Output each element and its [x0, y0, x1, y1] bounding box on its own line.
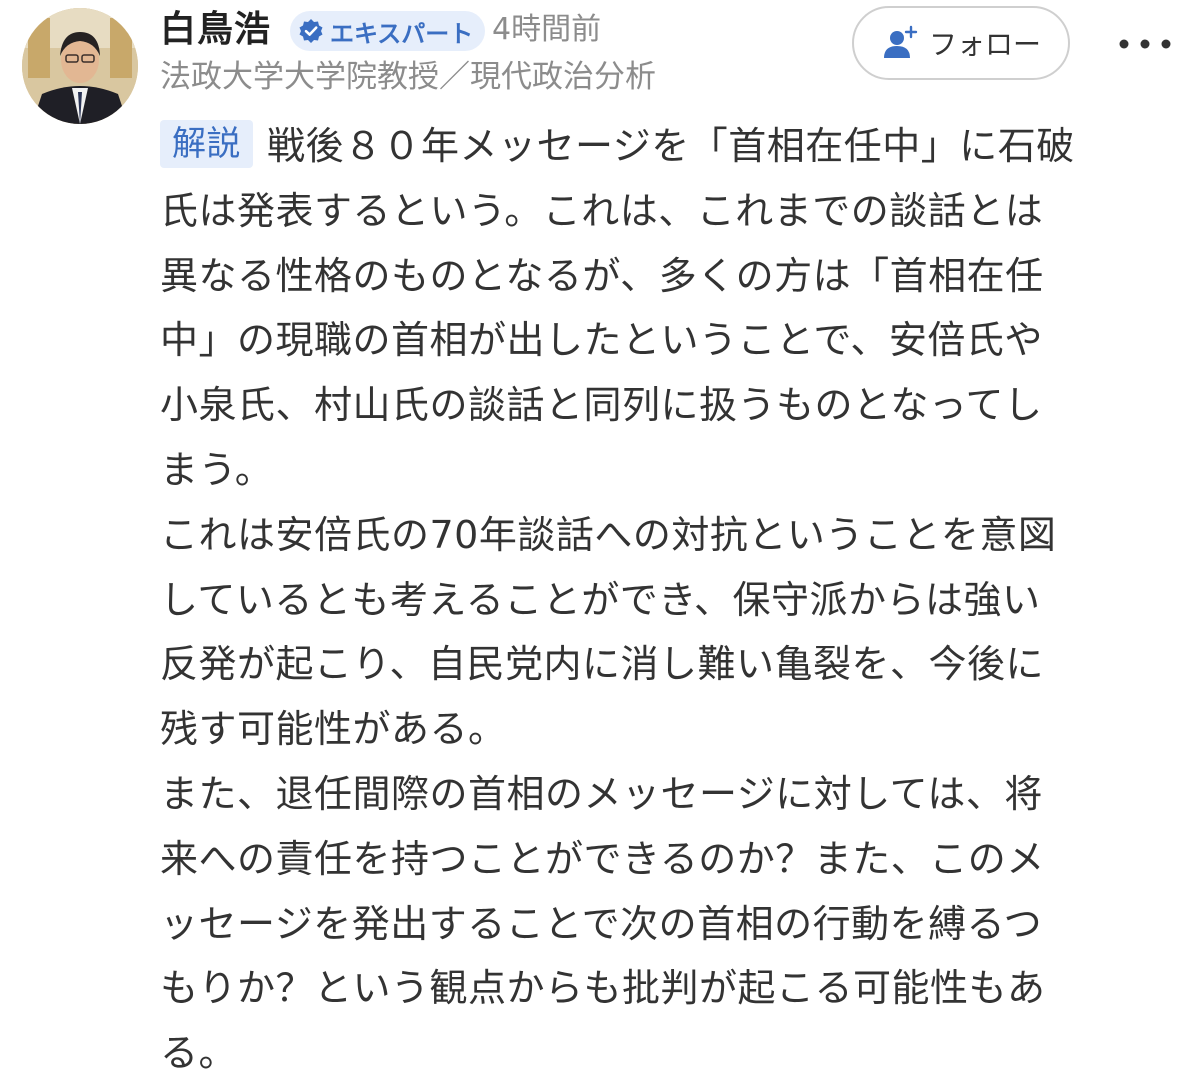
expert-badge: エキスパート [290, 11, 486, 51]
comment-line: 中」の現職の首相が出したということで、安倍氏や [160, 318, 1043, 363]
comment-line: ッセージを発出することで次の首相の行動を縛るつ [160, 901, 1043, 946]
comment-line: 氏は発表するという。これは、これまでの談話とは [160, 188, 1044, 233]
comment-line: まう。 [160, 447, 274, 492]
author-profession: 法政大学大学院教授／現代政治分析 [160, 59, 656, 95]
comment-body: 解説 戦後８０年メッセージを「首相在任中」に石破 氏は発表するという。これは、これ… [160, 114, 1180, 1086]
more-horizontal-icon [1119, 39, 1171, 49]
more-options-button[interactable] [1110, 24, 1180, 64]
author-name[interactable]: 白鳥浩 [160, 6, 271, 54]
commentary-tag: 解説 [160, 120, 253, 168]
author-photo [22, 8, 138, 124]
expert-badge-label: エキスパート [330, 19, 474, 48]
comment-line: もりか？という観点からも批判が起こる可能性もあ [160, 966, 1046, 1011]
comment-line: しているとも考えることができ、保守派からは強い [160, 577, 1041, 622]
comment-text-first: 戦後８０年メッセージを「首相在任中」に石破 [267, 124, 1075, 168]
comment-line: 異なる性格のものとなるが、多くの方は「首相在任 [160, 253, 1044, 298]
follow-button[interactable]: フォロー [852, 6, 1070, 80]
comment-line: 残す可能性がある。 [160, 707, 507, 752]
comment-line: これは安倍氏の70年談話への対抗ということを意図 [160, 512, 1057, 557]
post-time: 4時間前 [492, 12, 602, 47]
comment-line: 来への責任を持つことができるのか？また、このメ [160, 836, 1045, 881]
verified-check-icon [299, 19, 323, 43]
comment-line: 小泉氏、村山氏の談話と同列に扱うものとなってし [160, 383, 1043, 428]
comment-line: 反発が起こり、自民党内に消し難い亀裂を、今後に [160, 642, 1044, 687]
author-avatar[interactable] [22, 8, 138, 124]
user-plus-icon [883, 25, 918, 58]
comment-line: る。 [160, 1031, 238, 1076]
comment-line-first: 解説 戦後８０年メッセージを「首相在任中」に石破 [160, 114, 1180, 179]
follow-button-label: フォロー [928, 28, 1041, 61]
comment-line: また、退任間際の首相のメッセージに対しては、将 [160, 771, 1043, 816]
